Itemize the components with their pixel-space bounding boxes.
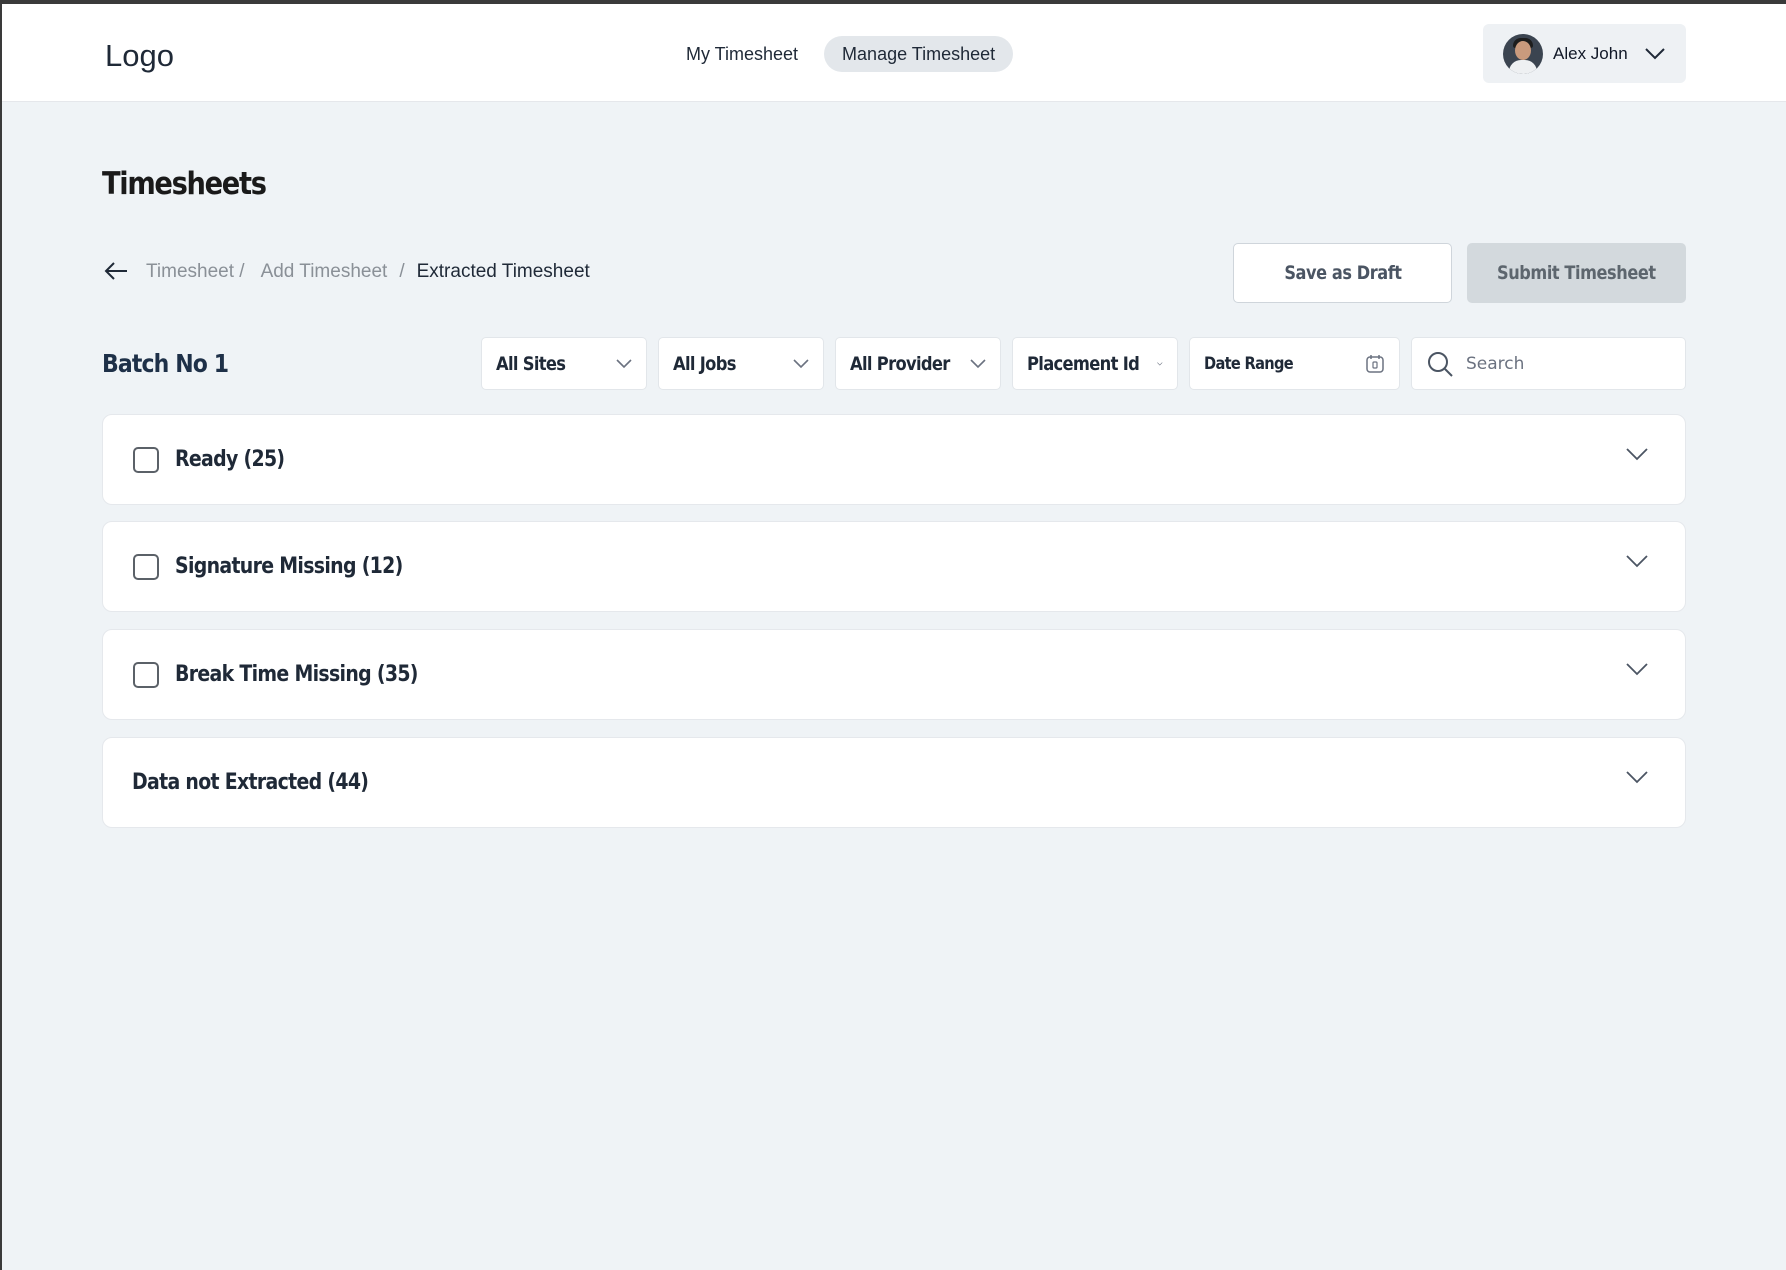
nav-my-timesheet[interactable]: My Timesheet — [668, 36, 816, 72]
search-icon — [1428, 351, 1453, 377]
main-nav: My Timesheet Manage Timesheet — [668, 36, 1014, 72]
page-title: Timesheets — [102, 166, 267, 202]
group-checkbox[interactable] — [133, 661, 159, 688]
search-box — [1411, 337, 1686, 390]
group-break-time-missing[interactable]: Break Time Missing (35) — [102, 629, 1686, 720]
chevron-down-icon[interactable] — [1625, 447, 1649, 461]
chevron-down-icon — [793, 358, 809, 368]
save-draft-button[interactable]: Save as Draft — [1233, 243, 1452, 303]
group-label: Data not Extracted (44) — [132, 770, 369, 795]
submit-timesheet-button[interactable]: Submit Timesheet — [1467, 243, 1686, 303]
breadcrumb-timesheet[interactable]: Timesheet / — [146, 261, 245, 283]
breadcrumb: Timesheet / Add Timesheet / Extracted Ti… — [146, 261, 590, 283]
group-data-not-extracted[interactable]: Data not Extracted (44) — [102, 737, 1686, 828]
filter-date-range[interactable]: Date Range — [1189, 337, 1400, 390]
chevron-down-icon[interactable] — [1625, 554, 1649, 568]
user-name: Alex John — [1553, 43, 1628, 63]
search-input[interactable] — [1466, 353, 1666, 374]
logo[interactable]: Logo — [105, 38, 174, 74]
user-menu[interactable]: Alex John — [1483, 24, 1686, 83]
group-ready[interactable]: Ready (25) — [102, 414, 1686, 505]
breadcrumb-separator: / — [399, 261, 405, 282]
breadcrumb-current: Extracted Timesheet — [416, 261, 590, 282]
avatar — [1503, 33, 1543, 74]
chevron-down-icon — [1157, 361, 1163, 365]
chevron-down-icon[interactable] — [1625, 770, 1649, 784]
chevron-down-icon — [1644, 47, 1665, 59]
calendar-icon — [1366, 354, 1384, 373]
arrow-left-icon[interactable] — [103, 260, 129, 282]
window-frame-left — [0, 0, 2, 1270]
filter-sites[interactable]: All Sites — [481, 337, 647, 390]
group-checkbox[interactable] — [133, 446, 159, 473]
filter-jobs[interactable]: All Jobs — [658, 337, 824, 390]
group-label: Break Time Missing (35) — [175, 662, 418, 687]
group-label: Ready (25) — [175, 447, 285, 472]
chevron-down-icon[interactable] — [1625, 662, 1649, 676]
chevron-down-icon — [970, 358, 986, 368]
group-checkbox[interactable] — [133, 553, 159, 580]
nav-manage-timesheet[interactable]: Manage Timesheet — [824, 36, 1014, 72]
chevron-down-icon — [616, 358, 632, 368]
batch-label: Batch No 1 — [102, 349, 229, 378]
filter-placement-id[interactable]: Placement Id — [1012, 337, 1178, 390]
top-header: Logo My Timesheet Manage Timesheet Alex … — [2, 4, 1786, 102]
filter-provider[interactable]: All Provider — [835, 337, 1001, 390]
group-label: Signature Missing (12) — [175, 554, 403, 579]
breadcrumb-add-timesheet[interactable]: Add Timesheet — [261, 261, 388, 283]
group-signature-missing[interactable]: Signature Missing (12) — [102, 521, 1686, 612]
